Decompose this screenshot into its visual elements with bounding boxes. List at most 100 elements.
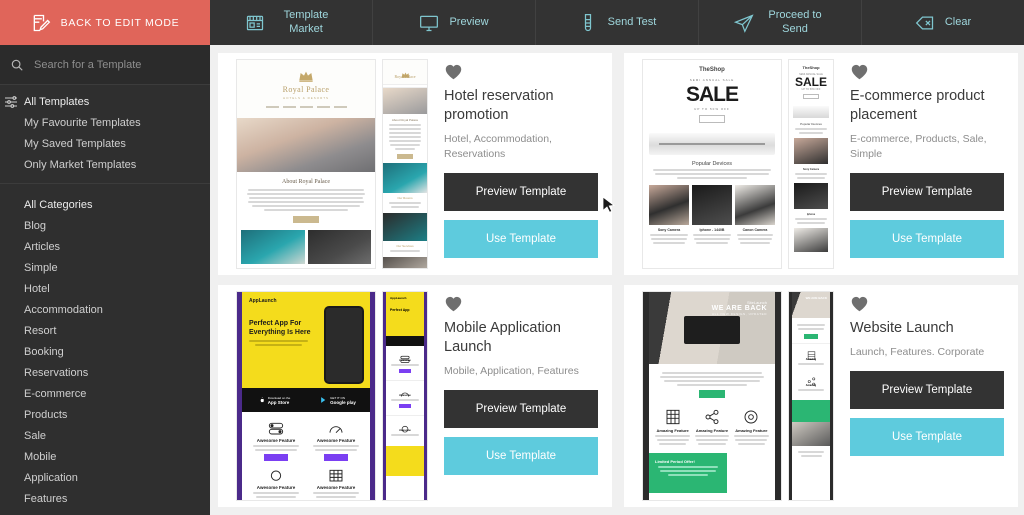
toolbar-label-template-market: Template Market [283,8,329,35]
toolbar-item-template-market[interactable]: Template Market [210,0,373,45]
toolbar-item-clear[interactable]: Clear [862,0,1024,45]
thumb-product-name: Canon Camera [742,228,768,232]
thumb-subline: UP TO 50% OFF [694,107,730,111]
sidebar-label-mobile: Mobile [24,450,57,463]
sidebar-item-my-saved-templates[interactable]: My Saved Templates [0,133,210,154]
thumb-feature-cta [324,454,348,461]
card-title: Mobile Application Launch [444,320,561,355]
template-info: Website Launch Launch, Features. Corpora… [838,285,1018,507]
use-template-button[interactable]: Use Template [850,418,1004,457]
sidebar-item-articles[interactable]: Articles [0,236,210,257]
thumb-brand-sub: HOTELS & RESORTS [282,96,330,100]
desktop-preview-thumbnail[interactable]: TheShop SEMI ANNUAL SALE SALE UP TO 50% … [642,59,782,269]
heart-icon[interactable] [444,63,463,80]
sidebar-item-sale[interactable]: Sale [0,425,210,446]
template-card-hotel-reservation-promotion[interactable]: Royal Palace HOTELS & RESORTS About Roya… [218,53,612,275]
desktop-preview-thumbnail[interactable]: SiteLaunch WE ARE BACK ALL NEW DESIGN, U… [642,291,782,501]
phone-mockup [324,306,364,384]
store-badge-name: App Store [267,399,290,405]
back-to-edit-mode-button[interactable]: BACK TO EDIT MODE [0,0,210,45]
thumb-brand: AppLaunch [249,298,277,304]
sidebar-label-articles: Articles [24,240,61,253]
toolbar-item-preview[interactable]: Preview [373,0,536,45]
heart-icon[interactable] [850,63,869,80]
thumb-hero-image: SiteLaunch WE ARE BACK ALL NEW DESIGN, U… [649,292,775,364]
sidebar-item-application[interactable]: Application [0,467,210,488]
use-template-button[interactable]: Use Template [444,436,598,475]
template-card-e-commerce-product-placement[interactable]: TheShop SEMI ANNUAL SALE SALE UP TO 50% … [624,53,1018,275]
thumb-feature-title: Amazing Feature [695,428,729,433]
speedometer-icon [328,422,344,435]
sidebar-item-blog[interactable]: Blog [0,215,210,236]
sidebar-label-resort: Resort [24,324,57,337]
template-info: Hotel reservation promotion Hotel, Accom… [432,53,612,275]
sidebar-item-e-commerce[interactable]: E-commerce [0,383,210,404]
thumb-heading: About Royal Palace [282,179,330,185]
sidebar-item-features[interactable]: Features [0,488,210,509]
thumb-feature-title: Awesome Feature [316,485,356,490]
template-card-mobile-application-launch[interactable]: AppLaunch Perfect App For Everything Is … [218,285,612,507]
desktop-preview-thumbnail[interactable]: AppLaunch Perfect App For Everything Is … [236,291,376,501]
sidebar-item-reservations[interactable]: Reservations [0,362,210,383]
sidebar: All Templates My Favourite Templates My … [0,45,210,515]
template-gallery: Royal Palace HOTELS & RESORTS About Roya… [210,45,1024,515]
toggle-icon [268,422,284,435]
sidebar-item-resort[interactable]: Resort [0,320,210,341]
heart-icon[interactable] [850,295,869,312]
heart-icon[interactable] [444,295,463,312]
mobile-preview-thumbnail[interactable]: AppLaunch Perfect App Awesome Awesome Awe… [382,291,428,501]
use-template-button[interactable]: Use Template [850,220,1004,259]
mobile-preview-thumbnail[interactable]: Royal Palace About Royal Palace Our Room… [382,59,428,269]
sidebar-label-all-templates: All Templates [24,95,90,108]
sidebar-item-booking[interactable]: Booking [0,341,210,362]
thumb-feature-grid: Awesome Feature Awesome Feature Awesome … [242,412,370,500]
sidebar-item-accommodation[interactable]: Accommodation [0,299,210,320]
sidebar-label-all-categories: All Categories [24,198,93,211]
edit-document-icon [31,13,51,33]
template-card-website-launch[interactable]: SiteLaunch WE ARE BACK ALL NEW DESIGN, U… [624,285,1018,507]
sidebar-label-e-commerce: E-commerce [24,387,87,400]
preview-template-button[interactable]: Preview Template [850,173,1004,212]
template-thumbnails: Royal Palace HOTELS & RESORTS About Roya… [218,53,432,275]
sidebar-item-only-market-templates[interactable]: Only Market Templates [0,154,210,175]
sidebar-item-all-templates[interactable]: All Templates [0,91,210,112]
sidebar-item-my-favourite-templates[interactable]: My Favourite Templates [0,112,210,133]
preview-template-button[interactable]: Preview Template [444,173,598,212]
sidebar-item-mobile[interactable]: Mobile [0,446,210,467]
search-input[interactable] [34,58,184,71]
preview-template-button[interactable]: Preview Template [444,389,598,428]
share-nodes-icon [704,409,720,425]
sidebar-item-all-categories[interactable]: All Categories [0,194,210,215]
thumb-hero-image [649,133,775,155]
mobile-preview-thumbnail[interactable]: TheShop SEMI ANNUAL SALE SALE UP TO 50% … [788,59,834,269]
sidebar-item-products[interactable]: Products [0,404,210,425]
sidebar-label-products: Products [24,408,68,421]
thumb-brand: TheShop [699,67,725,73]
thumb-feature-row: Amazing Feature Amazing Feature Amazing [649,404,775,447]
preview-template-button[interactable]: Preview Template [850,371,1004,410]
apple-icon [258,396,265,405]
search-icon [10,58,24,72]
template-thumbnails: TheShop SEMI ANNUAL SALE SALE UP TO 50% … [624,53,838,275]
search-bar[interactable] [0,45,210,85]
thumb-banner-text: Limited Period Offer! [655,459,695,464]
thumb-feature-title: Awesome Feature [316,438,356,443]
sidebar-label-my-favourite-templates: My Favourite Templates [24,116,141,129]
use-template-button[interactable]: Use Template [444,220,598,259]
play-triangle-icon [320,396,327,405]
sidebar-item-simple[interactable]: Simple [0,257,210,278]
mobile-preview-thumbnail[interactable]: WE ARE BACK Amazing Amazing [788,291,834,501]
sidebar-label-only-market-templates: Only Market Templates [24,158,137,171]
sidebar-label-sale: Sale [24,429,47,442]
thumb-headline: WE ARE BACK [711,305,767,312]
monitor-icon [419,13,439,33]
sidebar-filter-group: All Templates My Favourite Templates My … [0,85,210,183]
thumb-subline: ALL NEW DESIGN, UPDATED [712,312,767,316]
thumb-gallery [237,230,375,264]
toolbar-item-proceed-to-send[interactable]: Proceed to Send [699,0,862,45]
back-to-edit-mode-label: BACK TO EDIT MODE [60,16,180,29]
sidebar-item-hotel[interactable]: Hotel [0,278,210,299]
desktop-preview-thumbnail[interactable]: Royal Palace HOTELS & RESORTS About Roya… [236,59,376,269]
thumb-feature-cta [264,454,288,461]
toolbar-item-send-test[interactable]: Send Test [536,0,699,45]
